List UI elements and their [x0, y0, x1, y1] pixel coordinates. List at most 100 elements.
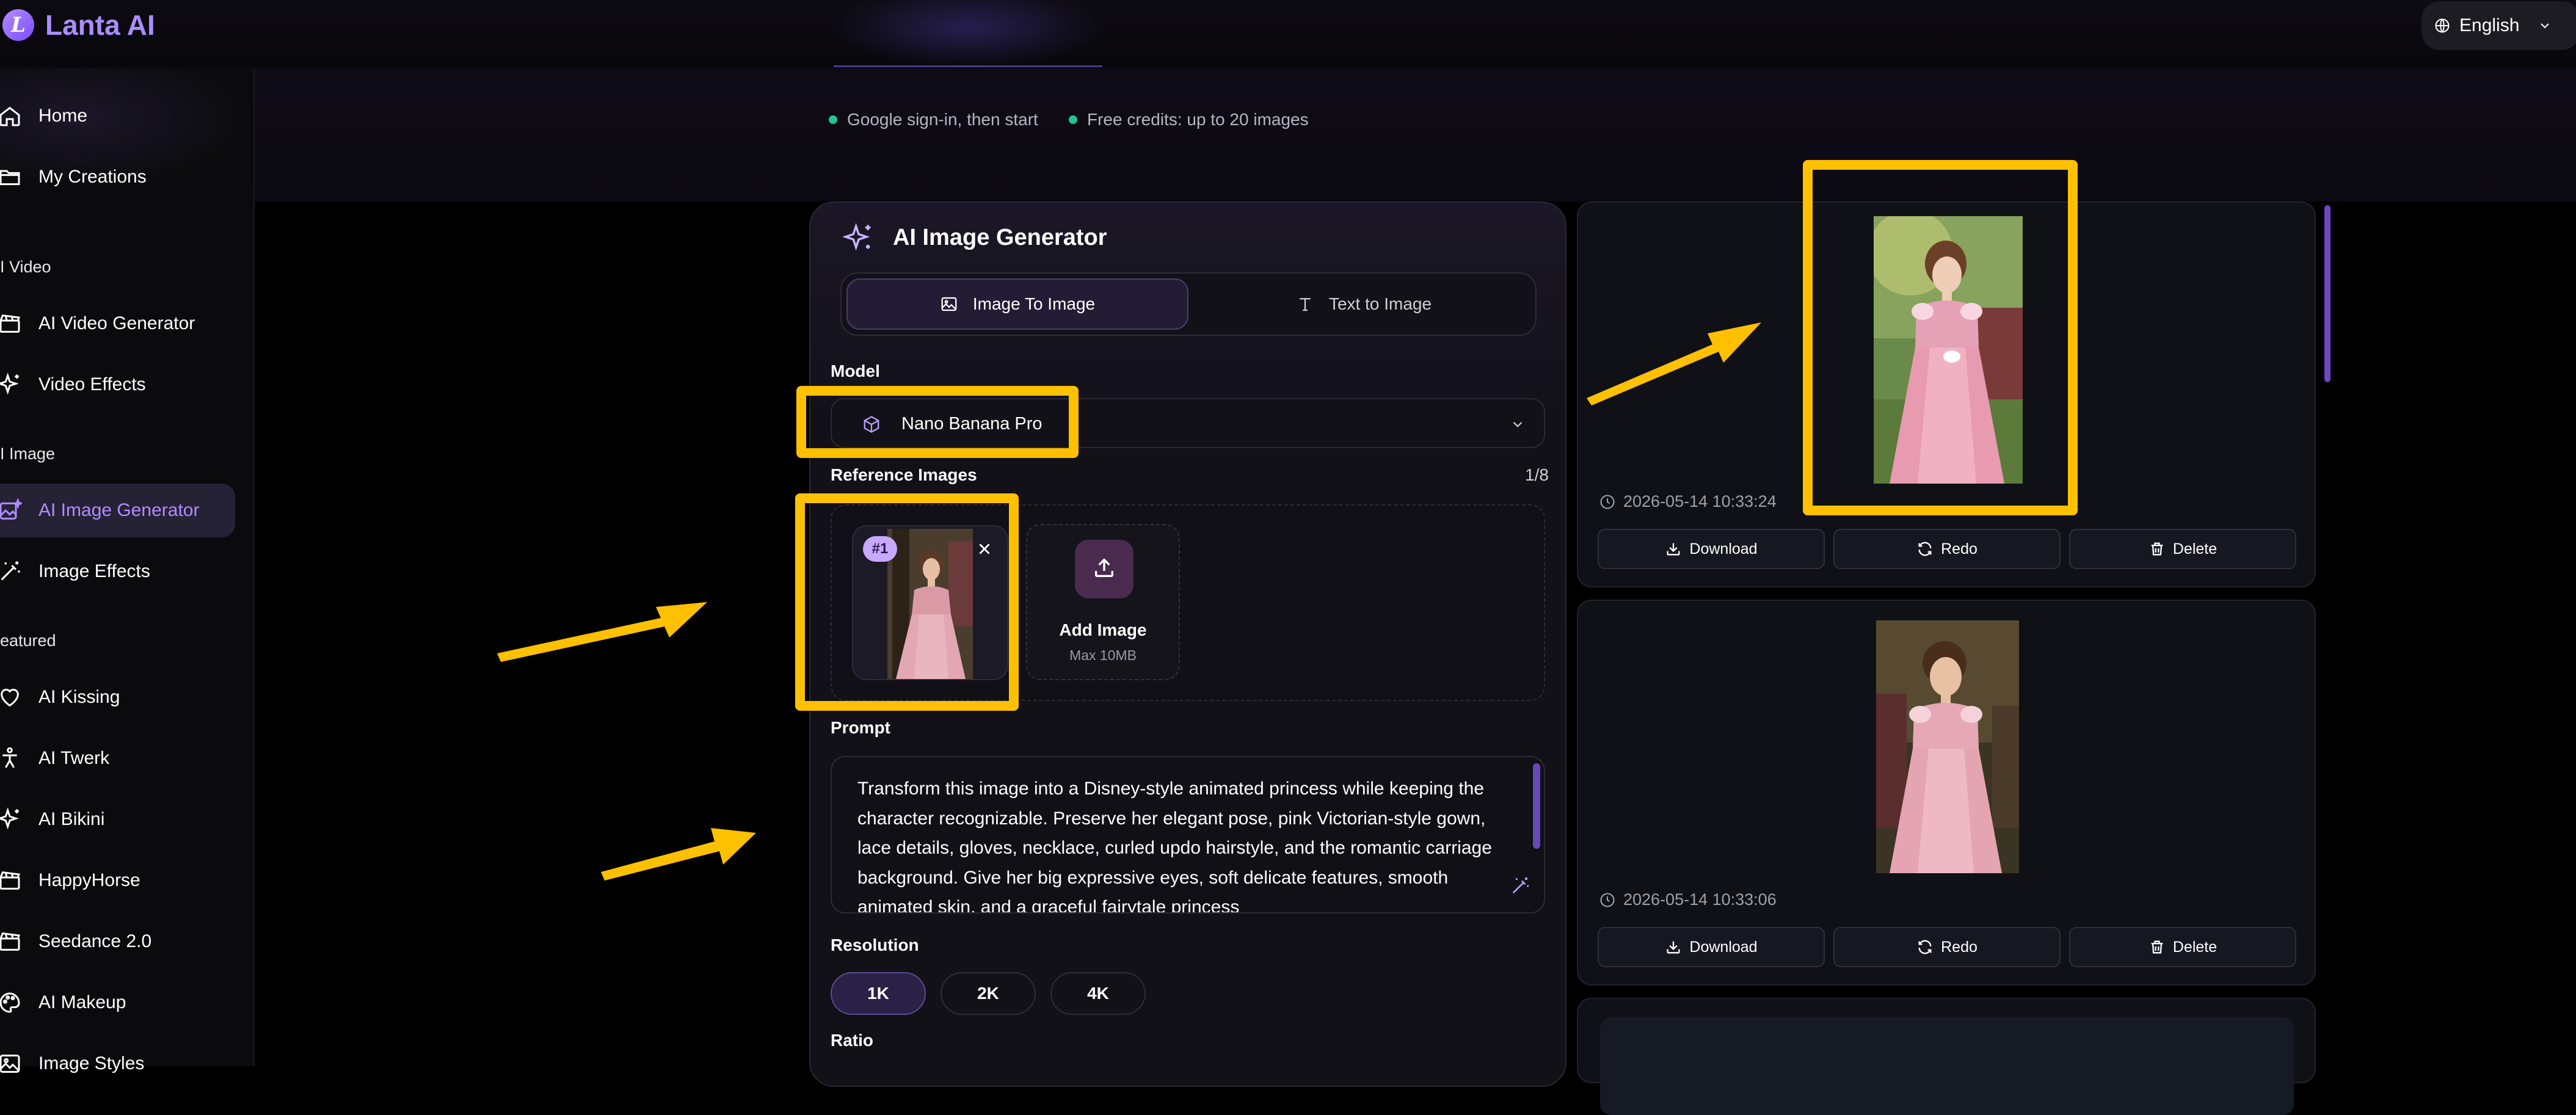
sidebar-item-image-styles[interactable]: Image Styles — [0, 1037, 235, 1091]
reference-count: 1/8 — [1525, 465, 1549, 484]
tab-text-to-image[interactable]: Text to Image — [1196, 278, 1532, 330]
sidebar-item-ai-makeup[interactable]: AI Makeup — [0, 976, 235, 1030]
arrow-annotation — [497, 602, 707, 662]
clapperboard-icon — [0, 314, 21, 333]
sidebar-item-label: AI Makeup — [38, 992, 126, 1012]
upload-icon-tile — [1075, 540, 1133, 598]
download-label: Download — [1689, 938, 1758, 956]
sidebar-item-ai-bikini[interactable]: AI Bikini — [0, 793, 235, 846]
sidebar-section-video: I Video — [0, 258, 51, 276]
info-note-credits: Free credits: up to 20 images — [1069, 110, 1309, 129]
clock-icon — [1600, 892, 1615, 907]
palette-icon — [0, 992, 20, 1013]
redo-button[interactable]: Redo — [1833, 927, 2061, 967]
timestamp-text: 2026-05-14 10:33:06 — [1623, 890, 1777, 909]
refresh-icon — [1918, 940, 1932, 954]
sidebar-item-label: AI Video Generator — [38, 313, 195, 333]
brand[interactable]: L Lanta AI — [2, 9, 155, 42]
add-image-button[interactable]: Add Image Max 10MB — [1026, 524, 1180, 680]
trash-icon — [2151, 542, 2163, 556]
image-icon — [0, 1055, 20, 1073]
sidebar-item-ai-kissing[interactable]: AI Kissing — [0, 670, 235, 724]
result-image[interactable] — [1876, 620, 2019, 873]
result-card-loading — [1577, 998, 2316, 1115]
resolution-4k-button[interactable]: 4K — [1050, 972, 1146, 1015]
info-banner — [255, 68, 2576, 202]
reference-images-label: Reference Images — [831, 465, 977, 484]
image-sparkle-icon — [0, 498, 22, 520]
ratio-label: Ratio — [831, 1031, 873, 1050]
download-button[interactable]: Download — [1598, 927, 1825, 967]
delete-button[interactable]: Delete — [2069, 529, 2296, 569]
sidebar-item-ai-image-generator[interactable]: AI Image Generator — [0, 484, 235, 537]
delete-label: Delete — [2172, 938, 2218, 956]
refresh-icon — [1918, 542, 1932, 556]
brand-name: Lanta AI — [45, 9, 155, 41]
image-icon — [941, 297, 957, 311]
sidebar-item-label: AI Bikini — [38, 809, 105, 829]
folder-icon — [0, 170, 20, 186]
result-card: 2026-05-14 10:33:06 Download Redo Delete — [1577, 600, 2316, 986]
download-icon — [1667, 941, 1680, 954]
chevron-down-icon — [1513, 421, 1523, 427]
sidebar: Home My Creations I Video AI Video Gener… — [0, 68, 257, 1073]
generator-title: AI Image Generator — [893, 225, 1107, 250]
resolution-1k-button[interactable]: 1K — [831, 972, 926, 1015]
chevron-down-icon — [2541, 23, 2550, 29]
sidebar-item-label: Video Effects — [38, 374, 146, 394]
clapperboard-icon — [0, 932, 21, 951]
prompt-scrollbar[interactable] — [1533, 763, 1540, 849]
highlight-box-reference — [795, 493, 1019, 711]
person-icon — [2, 747, 17, 768]
trash-icon — [2151, 940, 2163, 954]
sidebar-item-ai-video-generator[interactable]: AI Video Generator — [0, 297, 235, 350]
tab-image-to-image[interactable]: Image To Image — [846, 278, 1188, 330]
sidebar-item-image-effects[interactable]: Image Effects — [0, 545, 235, 598]
magic-wand-icon[interactable] — [1510, 876, 1530, 896]
delete-label: Delete — [2172, 540, 2218, 558]
language-label: English — [2459, 15, 2520, 35]
download-label: Download — [1689, 540, 1758, 558]
header-active-nav-glow — [831, 0, 1105, 68]
sidebar-item-label: AI Kissing — [38, 687, 120, 707]
sidebar-item-seedance[interactable]: Seedance 2.0 — [0, 915, 235, 968]
tab-label: Image To Image — [972, 294, 1096, 313]
tab-label: Text to Image — [1328, 294, 1432, 313]
home-icon — [0, 106, 20, 126]
upload-icon — [1095, 558, 1113, 577]
arrow-annotation — [601, 828, 756, 881]
results-scrollbar[interactable] — [2324, 205, 2330, 382]
sidebar-item-label: AI Image Generator — [38, 500, 200, 520]
info-note-text: Google sign-in, then start — [847, 110, 1038, 129]
sidebar-item-label: AI Twerk — [38, 748, 110, 768]
add-image-hint: Max 10MB — [1069, 647, 1137, 663]
prompt-text: Transform this image into a Disney-style… — [857, 779, 1492, 913]
download-button[interactable]: Download — [1598, 529, 1825, 569]
sidebar-item-home[interactable]: Home — [0, 89, 235, 143]
timestamp-text: 2026-05-14 10:33:24 — [1623, 492, 1777, 510]
magic-wand-icon — [1, 561, 20, 581]
sparkles-icon — [0, 807, 19, 830]
resolution-2k-button[interactable]: 2K — [941, 972, 1036, 1015]
sidebar-item-ai-twerk[interactable]: AI Twerk — [0, 732, 235, 785]
sidebar-item-happyhorse[interactable]: HappyHorse — [0, 854, 235, 907]
prompt-textarea[interactable]: Transform this image into a Disney-style… — [831, 756, 1545, 913]
sidebar-item-label: Image Styles — [38, 1053, 145, 1073]
language-selector[interactable]: English — [2421, 1, 2576, 50]
sidebar-item-video-effects[interactable]: Video Effects — [0, 358, 235, 412]
redo-button[interactable]: Redo — [1833, 529, 2061, 569]
result-placeholder — [1600, 1017, 2294, 1115]
text-icon — [1300, 298, 1311, 311]
result-timestamp: 2026-05-14 10:33:24 — [1599, 492, 1777, 511]
sparkles-icon — [0, 372, 19, 395]
highlight-box-model — [796, 386, 1079, 458]
clapperboard-icon — [0, 871, 21, 890]
clock-icon — [1600, 494, 1615, 509]
delete-button[interactable]: Delete — [2069, 927, 2296, 967]
sidebar-item-my-creations[interactable]: My Creations — [0, 150, 235, 204]
add-image-label: Add Image — [1059, 620, 1147, 639]
highlight-box-result — [1803, 160, 2078, 515]
sidebar-item-label: Home — [38, 106, 88, 126]
sidebar-item-label: HappyHorse — [38, 870, 140, 890]
status-dot — [829, 115, 837, 124]
